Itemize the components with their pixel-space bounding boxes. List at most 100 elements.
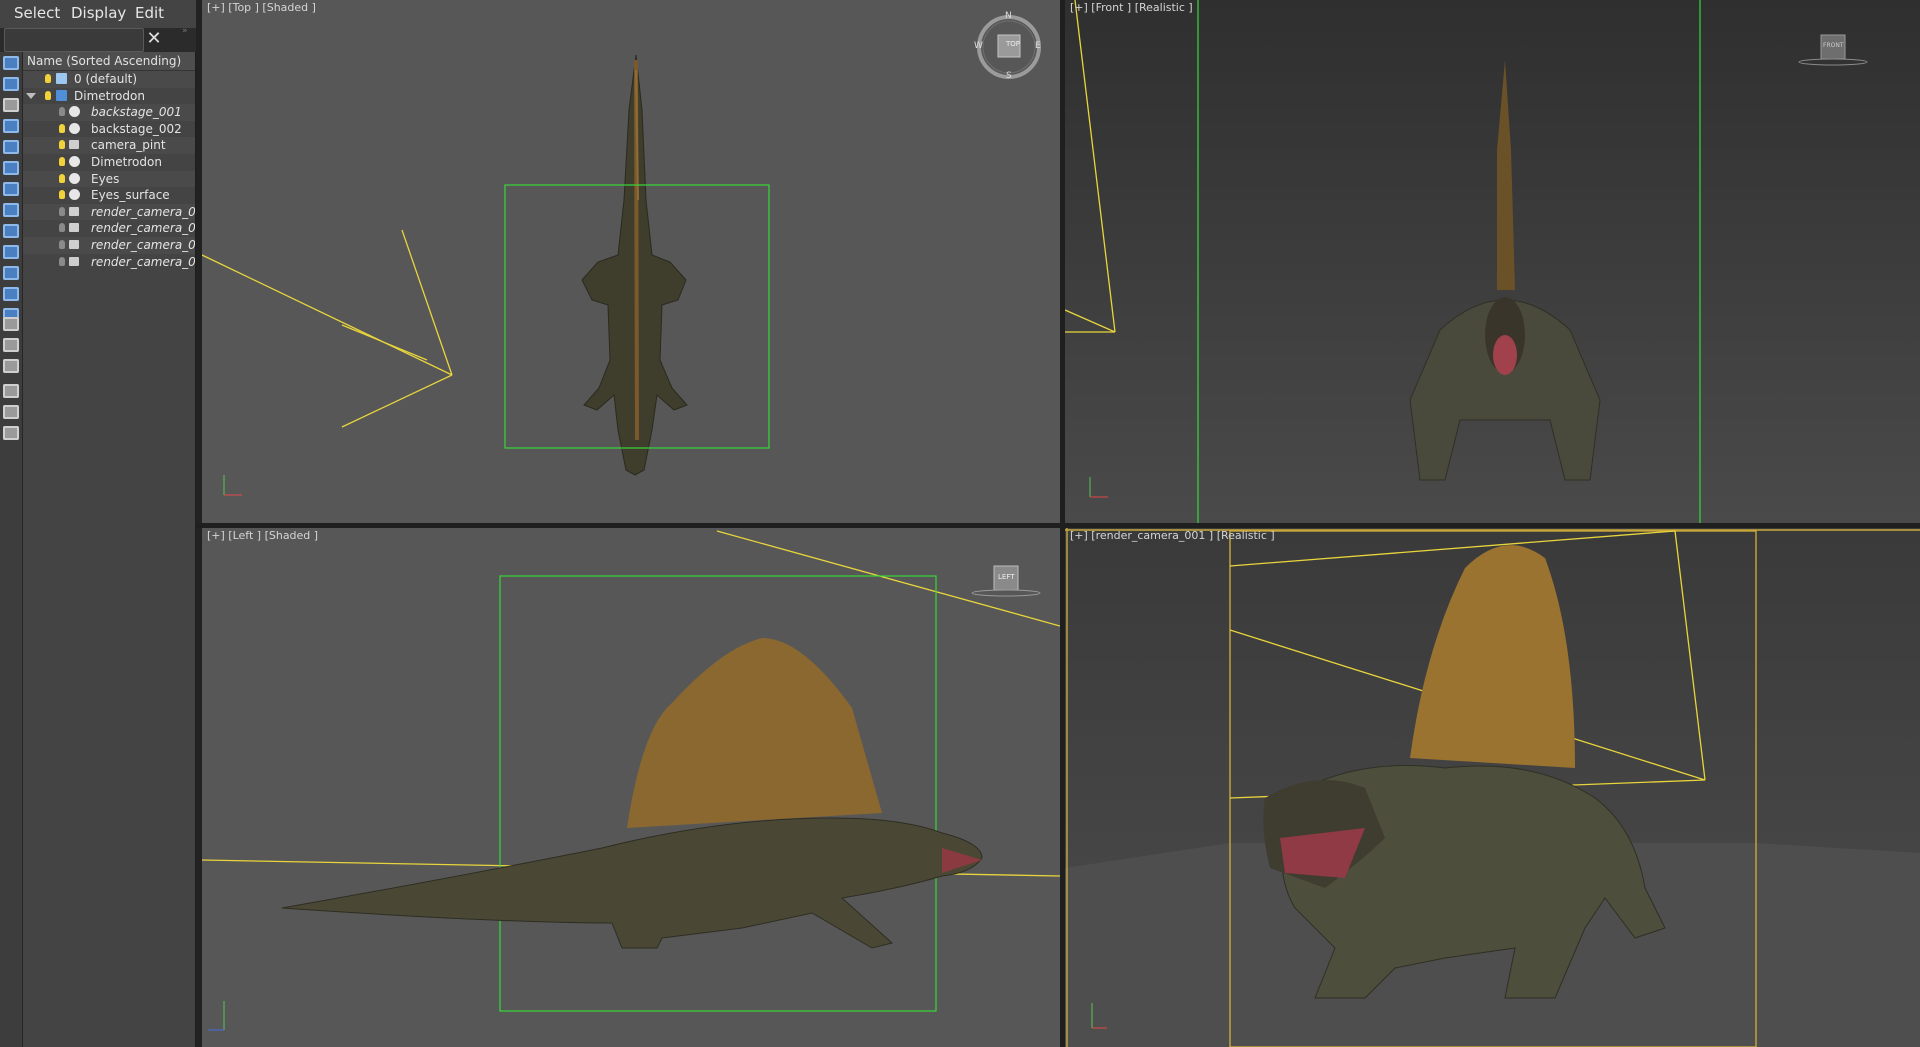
display-spacewarps-icon[interactable]	[3, 161, 19, 175]
light-bulb-icon[interactable]	[59, 256, 65, 266]
sphere-icon	[69, 106, 80, 118]
camera-icon	[69, 239, 79, 249]
sphere-icon	[69, 155, 80, 167]
viewport-divider-horizontal[interactable]	[196, 523, 1920, 528]
explorer-toolstrip	[0, 52, 23, 1047]
tree-row[interactable]: camera_pint	[23, 137, 195, 154]
camera-icon	[69, 206, 79, 216]
viewport-label-top[interactable]: [+] [Top ] [Shaded ]	[207, 1, 316, 14]
light-bulb-icon[interactable]	[59, 123, 65, 133]
search-input[interactable]	[4, 28, 144, 52]
viewport-top[interactable]: [+] [Top ] [Shaded ] TOP N S E W	[202, 0, 1060, 523]
viewport-label-left[interactable]: [+] [Left ] [Shaded ]	[207, 529, 318, 542]
viewport-front-canvas	[1065, 0, 1868, 523]
viewport-left[interactable]: [+] [Left ] [Shaded ] LEFT	[202, 528, 1060, 1047]
axis-tripod	[208, 1001, 225, 1031]
tree-row-label: Eyes_surface	[91, 188, 170, 203]
tree-row[interactable]: Dimetrodon	[23, 88, 195, 105]
menu-edit[interactable]: Edit	[135, 4, 164, 22]
viewport-front[interactable]: [+] [Front ] [Realistic ] FRONT	[1065, 0, 1920, 523]
viewport-label-camera[interactable]: [+] [render_camera_001 ] [Realistic ]	[1070, 529, 1275, 542]
display-lights-icon[interactable]	[3, 98, 19, 112]
compass-s-label: S	[1006, 71, 1012, 81]
viewport-left-canvas	[202, 530, 1060, 1031]
light-bulb-icon[interactable]	[59, 173, 65, 183]
camera-icon	[69, 256, 79, 266]
axis-tripod	[1089, 477, 1108, 498]
display-frozen-icon[interactable]	[3, 266, 19, 280]
tree-row[interactable]: 0 (default)	[23, 71, 195, 88]
tree-row-label: render_camera_002	[91, 254, 195, 269]
light-bulb-icon[interactable]	[59, 107, 65, 117]
scene-explorer: Name (Sorted Ascending) 0 (default) Dime…	[23, 52, 197, 1047]
sphere-icon	[69, 189, 80, 201]
collapse-icon[interactable]: »	[182, 26, 188, 36]
camera-frustum	[1065, 0, 1116, 333]
light-bulb-icon[interactable]	[45, 90, 51, 100]
tree-row[interactable]: Dimetrodon	[23, 154, 195, 171]
tree-row[interactable]: render_camera_002	[23, 254, 195, 271]
display-groups-icon[interactable]	[3, 182, 19, 196]
tree-row[interactable]: render_camera_001	[23, 220, 195, 237]
tree-row[interactable]: Eyes	[23, 170, 195, 188]
axis-tripod	[223, 475, 242, 496]
compass-e-label: E	[1035, 41, 1041, 51]
dimetrodon-model[interactable]	[581, 54, 688, 476]
column-header[interactable]: Name (Sorted Ascending)	[23, 52, 195, 71]
tree-row-label: Dimetrodon	[91, 154, 162, 169]
tree-row[interactable]: render_camera_001	[23, 203, 195, 221]
light-bulb-icon[interactable]	[59, 239, 65, 249]
dimetrodon-model[interactable]	[1409, 60, 1601, 481]
tree-row-label: backstage_002	[91, 121, 182, 136]
layer-icon	[56, 89, 67, 101]
display-containers-icon[interactable]	[3, 245, 19, 259]
light-bulb-icon[interactable]	[45, 74, 51, 83]
menu-display[interactable]: Display	[71, 4, 126, 22]
light-bulb-icon[interactable]	[59, 206, 65, 216]
viewcube-face-label[interactable]: LEFT	[998, 573, 1015, 581]
viewport-camera[interactable]: [+] [render_camera_001 ] [Realistic ]	[1065, 528, 1920, 1047]
display-hidden-icon[interactable]	[3, 287, 19, 301]
camera-icon	[69, 223, 79, 233]
viewport-divider-vertical[interactable]	[1060, 0, 1065, 1047]
camera-frustum	[202, 229, 453, 428]
viewcube[interactable]	[1798, 34, 1868, 66]
light-bulb-icon[interactable]	[59, 223, 65, 233]
layer-manager-icon[interactable]	[3, 426, 19, 440]
compass-w-label: W	[974, 41, 983, 51]
menu-select[interactable]: Select	[14, 4, 60, 22]
select-all-icon[interactable]	[3, 317, 19, 331]
display-geometry-icon[interactable]	[3, 56, 19, 70]
expand-triangle-icon[interactable]	[26, 92, 36, 99]
tree-row-label: camera_pint	[91, 138, 166, 153]
light-bulb-icon[interactable]	[59, 140, 65, 150]
dimetrodon-model[interactable]	[281, 638, 983, 949]
tree-row[interactable]: backstage_002	[23, 121, 195, 138]
display-shapes-icon[interactable]	[3, 77, 19, 91]
tree-row-label: render_camera_002	[91, 237, 195, 252]
display-cameras-icon[interactable]	[3, 119, 19, 133]
clear-search-icon[interactable]: ✕	[146, 28, 162, 50]
tree-row-label: Eyes	[91, 171, 120, 186]
filter-icon[interactable]	[3, 384, 19, 398]
display-bones-icon[interactable]	[3, 224, 19, 238]
select-none-icon[interactable]	[3, 338, 19, 352]
tree-row[interactable]: Eyes_surface	[23, 187, 195, 204]
viewcube[interactable]	[971, 565, 1041, 597]
viewport-label-front[interactable]: [+] [Front ] [Realistic ]	[1070, 1, 1193, 14]
tree-row-label: render_camera_001	[91, 221, 195, 236]
menu-bar: Select Display Edit	[0, 0, 196, 28]
tree-row-label: render_camera_001	[91, 204, 195, 219]
select-invert-icon[interactable]	[3, 359, 19, 373]
light-bulb-icon[interactable]	[59, 190, 65, 200]
camera-target-icon	[69, 140, 79, 150]
display-helpers-icon[interactable]	[3, 140, 19, 154]
viewcube-face-label[interactable]: TOP	[1006, 40, 1020, 48]
tree-row[interactable]: render_camera_002	[23, 236, 195, 254]
tree-row[interactable]: backstage_001	[23, 104, 195, 121]
display-xrefs-icon[interactable]	[3, 203, 19, 217]
hierarchy-icon[interactable]	[3, 405, 19, 419]
viewcube-face-label[interactable]: FRONT	[1823, 42, 1844, 49]
tree-row-label: backstage_001	[91, 105, 182, 120]
light-bulb-icon[interactable]	[59, 156, 65, 166]
